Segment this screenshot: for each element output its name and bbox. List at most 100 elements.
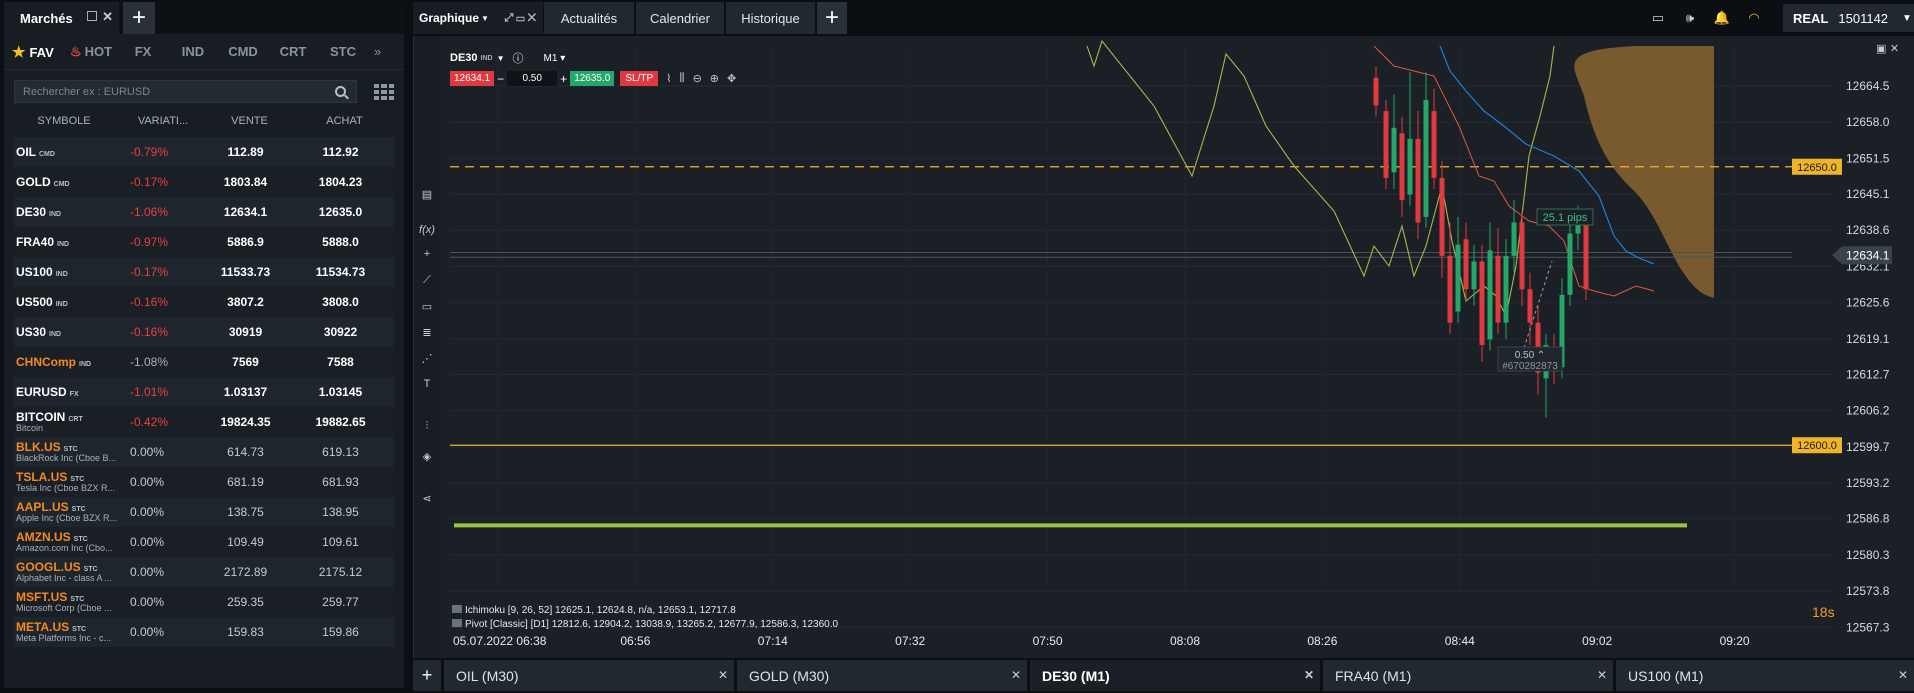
function-icon[interactable]: f(x) [418, 224, 436, 240]
sell-price[interactable]: 5886.9 [198, 235, 293, 249]
decrease-lot-button[interactable]: − [494, 72, 507, 86]
buy-price[interactable]: 138.95 [293, 505, 388, 519]
account-selector[interactable]: REAL 1501142 ▼ [1783, 4, 1914, 32]
sell-price[interactable]: 3807.2 [198, 295, 293, 309]
sell-price[interactable]: 138.75 [198, 505, 293, 519]
zoom-in-icon[interactable]: ⊕ [710, 72, 719, 85]
chevron-down-icon[interactable]: ▼ [481, 14, 489, 23]
sell-price[interactable]: 7569 [198, 355, 293, 369]
buy-price[interactable]: 112.92 [293, 145, 388, 159]
sell-price[interactable]: 12634.1 [198, 205, 293, 219]
buy-price[interactable]: 159.86 [293, 625, 388, 639]
sell-price[interactable]: 614.73 [198, 445, 293, 459]
volume-icon[interactable]: 🕪 [1677, 8, 1703, 28]
sltp-button[interactable]: SL/TP [620, 71, 659, 86]
buy-price[interactable]: 2175.12 [293, 565, 388, 579]
col-symbol[interactable]: SYMBOLE [4, 115, 124, 127]
instrument-row[interactable]: META.US STC Meta Platforms Inc - c... 0.00%… [14, 617, 394, 647]
buy-price[interactable]: 109.61 [293, 535, 388, 549]
sell-price[interactable]: 112.89 [198, 145, 293, 159]
layers-icon[interactable]: ◈ [418, 450, 436, 466]
tab-stc[interactable]: STC [318, 44, 368, 59]
grid-view-icon[interactable] [374, 83, 394, 100]
line-tool-icon[interactable]: ⟋ [418, 274, 436, 290]
sell-button[interactable]: 12634.1 [450, 71, 495, 86]
add-tab-button[interactable]: + [817, 2, 847, 34]
close-icon[interactable]: ✕ [102, 9, 113, 25]
candles-icon[interactable]: ⫼ [680, 72, 685, 85]
chart-tab[interactable]: US100 (M1) ✕ [1616, 660, 1914, 691]
more-categories-icon[interactable]: » [374, 44, 381, 59]
tab-ind[interactable]: IND [168, 44, 218, 59]
indicator-pivot[interactable]: Pivot [Classic] [D1] 12812.6, 12904.2, 1… [452, 618, 838, 632]
col-sell[interactable]: VENTE [202, 115, 297, 127]
buy-price[interactable]: 681.93 [293, 475, 388, 489]
close-icon[interactable]: ✕ [1304, 668, 1314, 682]
tab-actualites[interactable]: Actualités [544, 2, 634, 34]
instrument-row[interactable]: US500 IND -0.16% 3807.2 3808.0 [14, 287, 394, 317]
rectangle-icon[interactable]: ▭ [418, 300, 436, 316]
sell-price[interactable]: 259.35 [198, 595, 293, 609]
instrument-row[interactable]: EURUSD FX -1.01% 1.03137 1.03145 [14, 377, 394, 407]
chart-tab[interactable]: DE30 (M1) ✕ [1030, 660, 1320, 691]
indicator-ichimoku[interactable]: Ichimoku [9, 26, 52] 12625.1, 12624.8, n… [452, 604, 838, 618]
chart-tab[interactable]: OIL (M30) ✕ [444, 660, 734, 691]
buy-price[interactable]: 259.77 [293, 595, 388, 609]
zoom-out-icon[interactable]: ⊖ [693, 72, 702, 85]
chat-icon[interactable]: ▤ [418, 188, 436, 204]
buy-price[interactable]: 30922 [293, 325, 388, 339]
buy-price[interactable]: 619.13 [293, 445, 388, 459]
chart-symbol[interactable]: DE30 [450, 52, 478, 64]
col-variation[interactable]: VARIATI... [124, 115, 202, 127]
buy-price[interactable]: 3808.0 [293, 295, 388, 309]
buy-price[interactable]: 12635.0 [293, 205, 388, 219]
instrument-row[interactable]: BITCOIN CRT Bitcoin -0.42% 19824.35 19882.65 [14, 407, 394, 437]
instrument-row[interactable]: FRA40 IND -0.97% 5886.9 5888.0 [14, 227, 394, 257]
markets-tab[interactable]: Marchés ✕ [4, 2, 119, 34]
tab-graphique[interactable]: Graphique ▼ ⤢▭✕ [413, 2, 543, 34]
settings-sliders-icon[interactable]: ⫶ [418, 420, 436, 436]
price-chart[interactable]: 25.1 pips 0.50 ⌃#670282873 12664.5 12658.0 1… [414, 36, 1914, 658]
instrument-row[interactable]: MSFT.US STC Microsoft Corp (Cboe ... 0.00% 2… [14, 587, 394, 617]
buy-price[interactable]: 19882.65 [293, 415, 388, 429]
fibonacci-icon[interactable]: ≣ [418, 326, 436, 342]
add-panel-button[interactable]: + [123, 2, 155, 34]
fan-icon[interactable]: ⋰ [418, 352, 436, 368]
add-chart-button[interactable]: + [413, 660, 441, 691]
close-icon[interactable]: ✕ [718, 668, 728, 682]
instrument-row[interactable]: US30 IND -0.16% 30919 30922 [14, 317, 394, 347]
search-box[interactable] [14, 80, 358, 103]
share-icon[interactable]: ⋖ [418, 492, 436, 508]
instrument-row[interactable]: OIL CMD -0.79% 112.89 112.92 [14, 137, 394, 167]
wifi-icon[interactable]: ◠ [1741, 8, 1767, 28]
buy-button[interactable]: 12635.0 [570, 71, 615, 86]
buy-price[interactable]: 1.03145 [293, 385, 388, 399]
instrument-row[interactable]: BLK.US STC BlackRock Inc (Cboe B... 0.00% 61… [14, 437, 394, 467]
search-icon[interactable] [335, 86, 347, 97]
tab-historique[interactable]: Historique [726, 2, 815, 34]
chevron-down-icon[interactable]: ▼ [497, 54, 505, 63]
crosshair-icon[interactable]: + [418, 248, 436, 264]
line-chart-icon[interactable]: ⌇ [666, 72, 671, 85]
chart-area[interactable]: 25.1 pips 0.50 ⌃ #670282873 12664.5 12658.0 1… [413, 36, 1914, 658]
sell-price[interactable]: 1.03137 [198, 385, 293, 399]
move-icon[interactable]: ✥ [727, 72, 736, 85]
sell-price[interactable]: 159.83 [198, 625, 293, 639]
window-controls-icon[interactable]: ⤢▭✕ [504, 12, 539, 25]
sell-price[interactable]: 681.19 [198, 475, 293, 489]
instrument-row[interactable]: GOOGL.US STC Alphabet Inc - class A ... 0.0… [14, 557, 394, 587]
instrument-row[interactable]: TSLA.US STC Tesla Inc (Cboe BZX R... 0.00% 6… [14, 467, 394, 497]
sell-price[interactable]: 11533.73 [198, 265, 293, 279]
close-icon[interactable]: ✕ [1597, 668, 1607, 682]
sell-price[interactable]: 1803.84 [198, 175, 293, 189]
close-icon[interactable]: ✕ [1898, 668, 1908, 682]
instrument-row[interactable]: AAPL.US STC Apple Inc (Cboe BZX R... 0.00% 1… [14, 497, 394, 527]
tab-crt[interactable]: CRT [268, 44, 318, 59]
increase-lot-button[interactable]: + [557, 72, 570, 86]
buy-price[interactable]: 11534.73 [293, 265, 388, 279]
tab-calendrier[interactable]: Calendrier [636, 2, 724, 34]
sell-price[interactable]: 19824.35 [198, 415, 293, 429]
instrument-row[interactable]: DE30 IND -1.06% 12634.1 12635.0 [14, 197, 394, 227]
info-icon[interactable]: ⓘ [513, 50, 524, 66]
chart-tab[interactable]: GOLD (M30) ✕ [737, 660, 1027, 691]
